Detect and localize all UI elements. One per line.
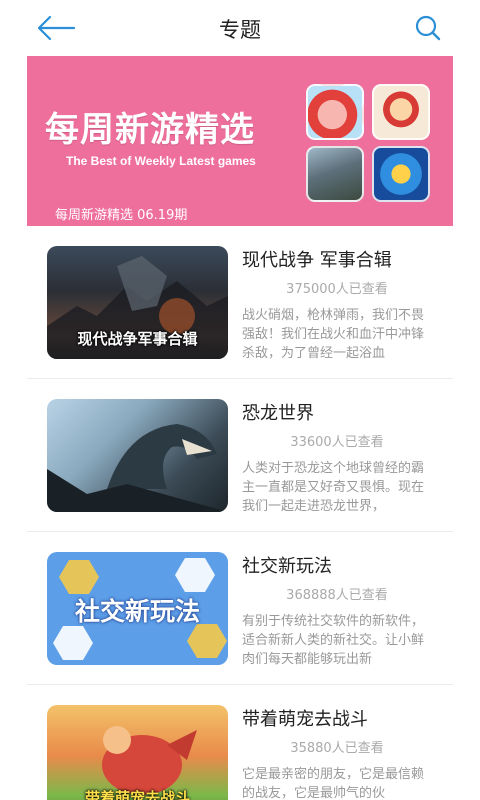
topics-page: 专题 每周新游精选 The Best of Weekly Latest game… [0,0,480,800]
topic-title: 带着萌宠去战斗 [242,709,368,730]
topic-item[interactable]: 带着萌宠去战斗 带着萌宠去战斗 35880人已查看 它是最亲密的朋友，它是最信赖… [27,685,453,800]
topic-list: 现代战争军事合辑 现代战争 军事合辑 375000人已查看 战火硝烟，枪林弹雨，… [0,226,480,800]
topic-title: 社交新玩法 [242,556,332,577]
topic-title: 恐龙世界 [242,403,314,424]
thumbnail-caption: 社交新玩法 [74,597,200,626]
topic-view-count: 33600人已查看 [290,435,384,450]
banner-date-label: 每周新游精选 06.19期 [55,208,188,223]
dinosaur-image [47,424,228,512]
topic-view-count: 375000人已查看 [286,282,388,297]
header-bar: 专题 [0,0,480,56]
game-icon-robot[interactable] [372,146,430,202]
topic-thumbnail: 现代战争军事合辑 [47,246,228,359]
topic-item[interactable]: 恐龙世界 33600人已查看 人类对于恐龙这个地球曾经的霸主一直都是又好奇又畏惧… [27,379,453,532]
weekly-games-banner[interactable]: 每周新游精选 The Best of Weekly Latest games 每… [27,56,453,226]
hexagon-decoration [53,626,93,660]
thumbnail-caption: 带着萌宠去战斗 [84,789,190,800]
banner-title: 每周新游精选 [45,110,255,150]
topic-item[interactable]: 社交新玩法 社交新玩法 368888人已查看 有别于传统社交软件的新软件，适合新… [27,532,453,685]
topic-title: 现代战争 军事合辑 [242,250,392,271]
topic-thumbnail: 带着萌宠去战斗 [47,705,228,800]
game-icon-deer[interactable] [306,146,364,202]
hexagon-decoration [175,558,215,592]
topic-item[interactable]: 现代战争军事合辑 现代战争 军事合辑 375000人已查看 战火硝烟，枪林弹雨，… [27,226,453,379]
pet-dragon-image [102,726,197,795]
topic-description: 战火硝烟，枪林弹雨，我们不畏强敌！我们在战火和血汗中冲锋杀敌，为了曾经一起浴血 [242,308,425,361]
game-icon-pig[interactable] [306,84,364,140]
topic-description: 有别于传统社交软件的新软件，适合新新人类的新社交。让小鲜肉们每天都能够玩出新 [242,614,425,667]
hexagon-decoration [59,560,99,594]
topic-thumbnail [47,399,228,512]
hexagon-decoration [187,624,227,658]
thumbnail-caption: 现代战争军事合辑 [77,330,198,348]
topic-view-count: 35880人已查看 [290,741,384,756]
topic-view-count: 368888人已查看 [286,588,388,603]
page-title: 专题 [219,18,261,42]
topic-description: 人类对于恐龙这个地球曾经的霸主一直都是又好奇又畏惧。现在我们一起走进恐龙世界， [242,461,425,514]
game-icon-cooking[interactable] [372,84,430,140]
search-icon [415,15,441,41]
banner-subtitle: The Best of Weekly Latest games [66,154,256,168]
topic-thumbnail: 社交新玩法 [47,552,228,665]
search-button[interactable] [410,10,446,46]
topic-description: 它是最亲密的朋友，它是最信赖的战友，它是最帅气的伙 [242,767,425,800]
